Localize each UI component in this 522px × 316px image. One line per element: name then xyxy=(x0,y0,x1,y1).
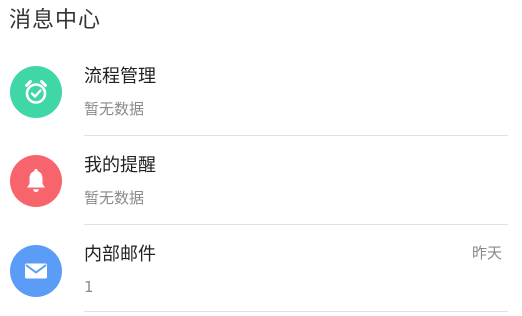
message-subtitle: 暂无数据 xyxy=(84,100,145,118)
process-avatar xyxy=(10,66,62,118)
message-item-process-management[interactable]: 流程管理 暂无数据 xyxy=(0,47,522,136)
message-time: 昨天 xyxy=(471,244,502,262)
reminder-avatar xyxy=(10,155,62,207)
divider xyxy=(84,311,508,312)
mail-avatar xyxy=(10,245,62,297)
message-title: 我的提醒 xyxy=(84,155,156,176)
mail-icon xyxy=(25,263,47,279)
bell-icon xyxy=(27,169,45,193)
message-item-my-reminders[interactable]: 我的提醒 暂无数据 xyxy=(0,136,522,225)
message-center-page: 消息中心 流程管理 暂无数据 我的提醒 暂无数据 内部邮件 昨天 1 xyxy=(0,0,522,316)
page-title: 消息中心 xyxy=(9,8,102,33)
message-title: 内部邮件 xyxy=(84,244,156,265)
message-subtitle: 1 xyxy=(84,278,94,296)
message-title: 流程管理 xyxy=(84,66,156,87)
message-item-internal-mail[interactable]: 内部邮件 昨天 1 xyxy=(0,225,522,314)
alarm-clock-icon xyxy=(25,80,47,104)
message-subtitle: 暂无数据 xyxy=(84,189,145,207)
